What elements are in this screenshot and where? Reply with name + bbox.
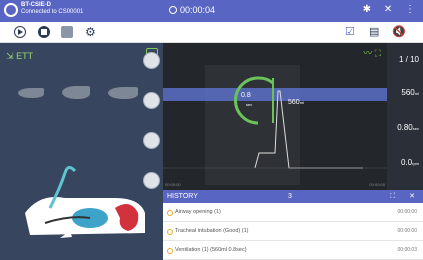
volume-metric-unit: ml — [414, 91, 419, 96]
top-bar: BT-CSIE-D Connected to CS00001 00:00:04 … — [0, 0, 423, 22]
device-status: Connected to CS00001 — [21, 9, 84, 15]
status-icon — [167, 210, 173, 216]
time-end: 00:00:05 — [369, 182, 385, 187]
graph-curves — [163, 76, 387, 169]
close-button[interactable]: ✕ — [384, 4, 392, 15]
device-name: BT-CSIE-D — [21, 2, 51, 8]
ventilation-graph: 0.8 sec 560ml 00:00:00 00:00:05 〰 ⛶ — [163, 43, 387, 190]
ett-title: ⇲ ETT — [6, 51, 33, 62]
clock-icon — [169, 6, 177, 14]
device-info: BT-CSIE-D Connected to CS00001 — [21, 2, 83, 16]
volume-metric-value: 560 — [401, 88, 415, 97]
time-metric-value: 0.80 — [397, 123, 413, 132]
mask-button[interactable] — [143, 172, 160, 189]
history-label: Airway opening (1) — [175, 209, 221, 215]
settings-button[interactable]: ⚙ — [85, 26, 97, 38]
history-time: 00:00:00 — [397, 209, 417, 215]
stop-button[interactable] — [38, 26, 50, 38]
ett-label: ETT — [16, 51, 34, 61]
device-logo-icon — [4, 3, 18, 17]
snapshot-button[interactable] — [61, 26, 73, 38]
rate-metric-unit: rpm — [412, 161, 419, 166]
checklist-button[interactable]: ☑ — [345, 25, 355, 38]
rate-metric-value: 0.0 — [400, 158, 413, 167]
time-start: 00:00:00 — [165, 182, 181, 187]
status-icon — [167, 229, 173, 235]
session-timer: 00:00:04 — [169, 5, 215, 15]
volume-readout-unit: ml — [299, 100, 304, 105]
history-time: 00:00:03 — [397, 247, 417, 253]
procedure-panel: ⇲ ETT — [0, 43, 163, 260]
history-row[interactable]: Ventilation (1) (560ml 0.8sec) 00:00:03 — [163, 241, 423, 260]
history-count: 3 — [288, 193, 292, 200]
top-actions: ✱ ✕ ⋮ — [353, 4, 415, 15]
metrics-panel: 1 / 10 560ml 0.80sec 0.0rpm — [387, 43, 423, 190]
bluetooth-icon[interactable]: ✱ — [363, 4, 371, 15]
report-button[interactable]: ▤ — [369, 25, 379, 38]
expand-history-button[interactable]: ⛶ — [390, 193, 395, 200]
history-label: Tracheal intubation (Good) (1) — [175, 228, 249, 234]
time-metric-unit: sec — [412, 126, 419, 131]
cycle-button[interactable] — [143, 132, 160, 149]
play-button[interactable] — [14, 26, 26, 38]
rate-metric: 0.0rpm — [401, 158, 419, 167]
timer-value: 00:00:04 — [180, 5, 216, 15]
history-label: Ventilation (1) (560ml 0.8sec) — [175, 247, 247, 253]
person-button[interactable] — [143, 92, 160, 109]
laryngoscope-icon[interactable] — [18, 88, 44, 98]
history-time: 00:00:00 — [397, 228, 417, 234]
inflation-time-unit: sec — [246, 102, 253, 107]
ett-arrow-icon: ⇲ — [6, 51, 14, 61]
volume-metric: 560ml — [401, 88, 419, 97]
close-history-button[interactable]: ✕ — [409, 193, 415, 200]
history-title: HISTORY — [167, 193, 198, 200]
more-menu-button[interactable]: ⋮ — [405, 4, 415, 15]
inflation-time-value: 0.8 — [241, 92, 251, 99]
status-icon — [167, 248, 173, 254]
volume-readout-value: 560 — [288, 99, 300, 106]
history-row[interactable]: Tracheal intubation (Good) (1) 00:00:00 — [163, 222, 423, 241]
time-metric: 0.80sec — [397, 123, 419, 132]
graph-controls[interactable]: 〰 ⛶ — [363, 46, 381, 59]
history-header: HISTORY 3 ⛶ ✕ — [163, 190, 423, 203]
toolbar: ⚙ ☑ ▤ 🔇 — [0, 22, 423, 43]
volume-readout: 560ml — [288, 99, 304, 106]
breath-counter: 1 / 10 — [398, 55, 419, 64]
jaw-thrust-icon[interactable] — [108, 87, 138, 99]
history-row[interactable]: Airway opening (1) 00:00:00 — [163, 203, 423, 222]
mute-button[interactable]: 🔇 — [392, 25, 406, 38]
history-panel: HISTORY 3 ⛶ ✕ Airway opening (1) 00:00:0… — [163, 190, 423, 260]
head-tilt-icon[interactable] — [62, 86, 90, 99]
airway-model-image — [25, 166, 145, 238]
lungs-button[interactable] — [143, 52, 160, 69]
